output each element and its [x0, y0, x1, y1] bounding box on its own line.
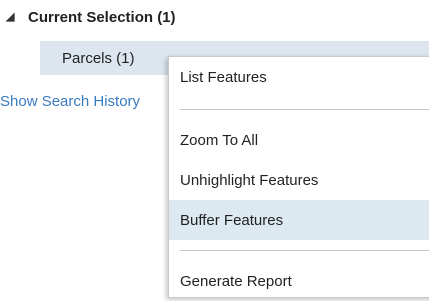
- tree-item-parcels-label: Parcels (1): [62, 49, 135, 67]
- menu-item-zoom-to-all[interactable]: Zoom To All: [169, 120, 429, 160]
- menu-separator: [180, 109, 429, 110]
- show-search-history-link[interactable]: Show Search History: [0, 93, 168, 110]
- menu-item-unhighlight-features[interactable]: Unhighlight Features: [169, 160, 429, 200]
- current-selection-label: Current Selection (1): [28, 8, 176, 26]
- menu-item-list-features[interactable]: List Features: [169, 57, 429, 97]
- collapse-triangle-icon[interactable]: ◢: [6, 11, 22, 23]
- menu-item-generate-report[interactable]: Generate Report: [169, 261, 429, 301]
- context-menu: List Features Zoom To All Unhighlight Fe…: [168, 56, 429, 298]
- menu-separator: [180, 250, 429, 251]
- current-selection-header[interactable]: ◢ Current Selection (1): [0, 0, 176, 34]
- menu-item-buffer-features[interactable]: Buffer Features: [169, 200, 429, 240]
